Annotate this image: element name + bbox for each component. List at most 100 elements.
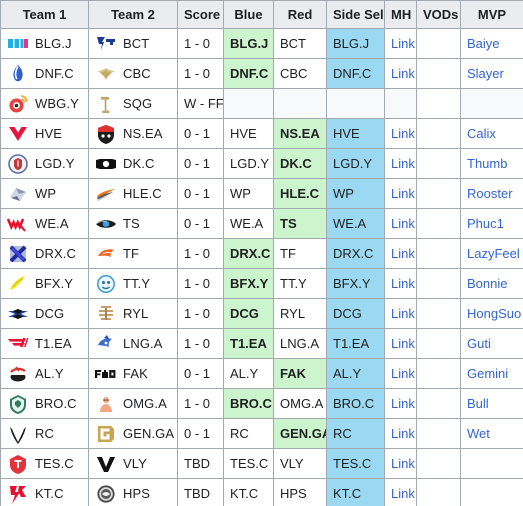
match-history-link[interactable]: Link	[391, 216, 415, 231]
mvp-link[interactable]: Baiye	[467, 36, 500, 51]
team1-cell[interactable]: BRO.C	[0, 388, 89, 419]
side-selection-cell: RC	[326, 418, 385, 449]
match-history-link[interactable]: Link	[391, 126, 415, 141]
team2-cell[interactable]: OMG.A	[88, 388, 178, 419]
team1-cell[interactable]: DCG	[0, 298, 89, 329]
match-history-cell[interactable]: Link	[384, 358, 417, 389]
match-history-cell[interactable]: Link	[384, 28, 417, 59]
mvp-cell[interactable]: Thumb	[460, 148, 523, 179]
match-history-link[interactable]: Link	[391, 36, 415, 51]
mvp-link[interactable]: Gemini	[467, 366, 508, 381]
mvp-link[interactable]: Calix	[467, 126, 496, 141]
match-history-link[interactable]: Link	[391, 456, 415, 471]
mvp-link[interactable]: Thumb	[467, 156, 507, 171]
team2-cell[interactable]: RYL	[88, 298, 178, 329]
team2-cell[interactable]: LNG.A	[88, 328, 178, 359]
table-row: T1.EA LNG.A 1 - 0 T1.EA LNG.A T1.EA Link Guti	[0, 328, 523, 359]
team2-cell[interactable]: HPS	[88, 478, 178, 506]
mvp-cell[interactable]: Gemini	[460, 358, 523, 389]
mvp-cell[interactable]: Rooster	[460, 178, 523, 209]
column-header-score[interactable]: Score	[177, 0, 224, 29]
column-header-blue[interactable]: Blue	[223, 0, 274, 29]
mvp-cell[interactable]: HongSuo	[460, 298, 523, 329]
match-history-link[interactable]: Link	[391, 486, 415, 501]
mvp-link[interactable]: Rooster	[467, 186, 513, 201]
match-history-cell[interactable]: Link	[384, 298, 417, 329]
team2-cell[interactable]: SQG	[88, 88, 178, 119]
team2-cell[interactable]: TS	[88, 208, 178, 239]
team2-cell[interactable]: GEN.GA	[88, 418, 178, 449]
team1-cell[interactable]: HVE	[0, 118, 89, 149]
mvp-link[interactable]: LazyFeel	[467, 246, 520, 261]
match-history-cell[interactable]: Link	[384, 328, 417, 359]
column-header-mh[interactable]: MH	[384, 0, 417, 29]
mvp-link[interactable]: Slayer	[467, 66, 504, 81]
team1-cell[interactable]: AL.Y	[0, 358, 89, 389]
team1-cell[interactable]: LGD.Y	[0, 148, 89, 179]
mvp-link[interactable]: HongSuo	[467, 306, 521, 321]
match-history-link[interactable]: Link	[391, 156, 415, 171]
team1-cell[interactable]: DNF.C	[0, 58, 89, 89]
match-history-link[interactable]: Link	[391, 276, 415, 291]
mvp-link[interactable]: Guti	[467, 336, 491, 351]
match-history-cell[interactable]: Link	[384, 58, 417, 89]
team1-cell[interactable]: KT.C	[0, 478, 89, 506]
team1-cell[interactable]: RC	[0, 418, 89, 449]
mvp-link[interactable]: Wet	[467, 426, 490, 441]
mvp-cell[interactable]: Slayer	[460, 58, 523, 89]
mvp-cell[interactable]: Wet	[460, 418, 523, 449]
match-history-cell[interactable]: Link	[384, 418, 417, 449]
mvp-cell[interactable]: Bull	[460, 388, 523, 419]
match-history-cell[interactable]: Link	[384, 118, 417, 149]
mvp-cell[interactable]: Phuc1	[460, 208, 523, 239]
team2-cell[interactable]: DK.C	[88, 148, 178, 179]
team2-cell[interactable]: HLE.C	[88, 178, 178, 209]
team2-cell[interactable]: TT.Y	[88, 268, 178, 299]
column-header-vods[interactable]: VODs	[416, 0, 461, 29]
team1-cell[interactable]: WBG.Y	[0, 88, 89, 119]
match-history-link[interactable]: Link	[391, 366, 415, 381]
match-history-link[interactable]: Link	[391, 306, 415, 321]
team1-cell[interactable]: WP	[0, 178, 89, 209]
mvp-cell[interactable]: Guti	[460, 328, 523, 359]
match-history-link[interactable]: Link	[391, 336, 415, 351]
match-history-cell[interactable]: Link	[384, 388, 417, 419]
match-history-link[interactable]: Link	[391, 426, 415, 441]
team1-cell[interactable]: TES.C	[0, 448, 89, 479]
match-history-cell[interactable]: Link	[384, 238, 417, 269]
match-history-cell[interactable]: Link	[384, 178, 417, 209]
match-history-link[interactable]: Link	[391, 246, 415, 261]
mvp-link[interactable]: Bonnie	[467, 276, 507, 291]
team1-cell[interactable]: BLG.J	[0, 28, 89, 59]
column-header-team1[interactable]: Team 1	[0, 0, 89, 29]
team2-cell[interactable]: CBC	[88, 58, 178, 89]
team2-cell[interactable]: TF	[88, 238, 178, 269]
team1-cell[interactable]: WE.A	[0, 208, 89, 239]
team1-cell[interactable]: T1.EA	[0, 328, 89, 359]
column-header-team2[interactable]: Team 2	[88, 0, 178, 29]
team2-name: VLY	[123, 455, 147, 471]
team2-cell[interactable]: VLY	[88, 448, 178, 479]
mvp-cell[interactable]: Bonnie	[460, 268, 523, 299]
mvp-link[interactable]: Bull	[467, 396, 489, 411]
match-history-cell[interactable]: Link	[384, 268, 417, 299]
mvp-cell[interactable]: Calix	[460, 118, 523, 149]
mvp-cell[interactable]: LazyFeel	[460, 238, 523, 269]
match-history-cell[interactable]: Link	[384, 208, 417, 239]
team1-cell[interactable]: DRX.C	[0, 238, 89, 269]
match-history-link[interactable]: Link	[391, 396, 415, 411]
match-history-link[interactable]: Link	[391, 66, 415, 81]
team2-cell[interactable]: NS.EA	[88, 118, 178, 149]
column-header-side-sel[interactable]: Side Sel	[326, 0, 385, 29]
team2-cell[interactable]: BCT	[88, 28, 178, 59]
match-history-link[interactable]: Link	[391, 186, 415, 201]
match-history-cell[interactable]: Link	[384, 448, 417, 479]
mvp-cell[interactable]: Baiye	[460, 28, 523, 59]
match-history-cell[interactable]: Link	[384, 148, 417, 179]
column-header-red[interactable]: Red	[273, 0, 327, 29]
column-header-mvp[interactable]: MVP	[460, 0, 523, 29]
match-history-cell[interactable]: Link	[384, 478, 417, 506]
team2-cell[interactable]: FAK	[88, 358, 178, 389]
mvp-link[interactable]: Phuc1	[467, 216, 504, 231]
team1-cell[interactable]: BFX.Y	[0, 268, 89, 299]
